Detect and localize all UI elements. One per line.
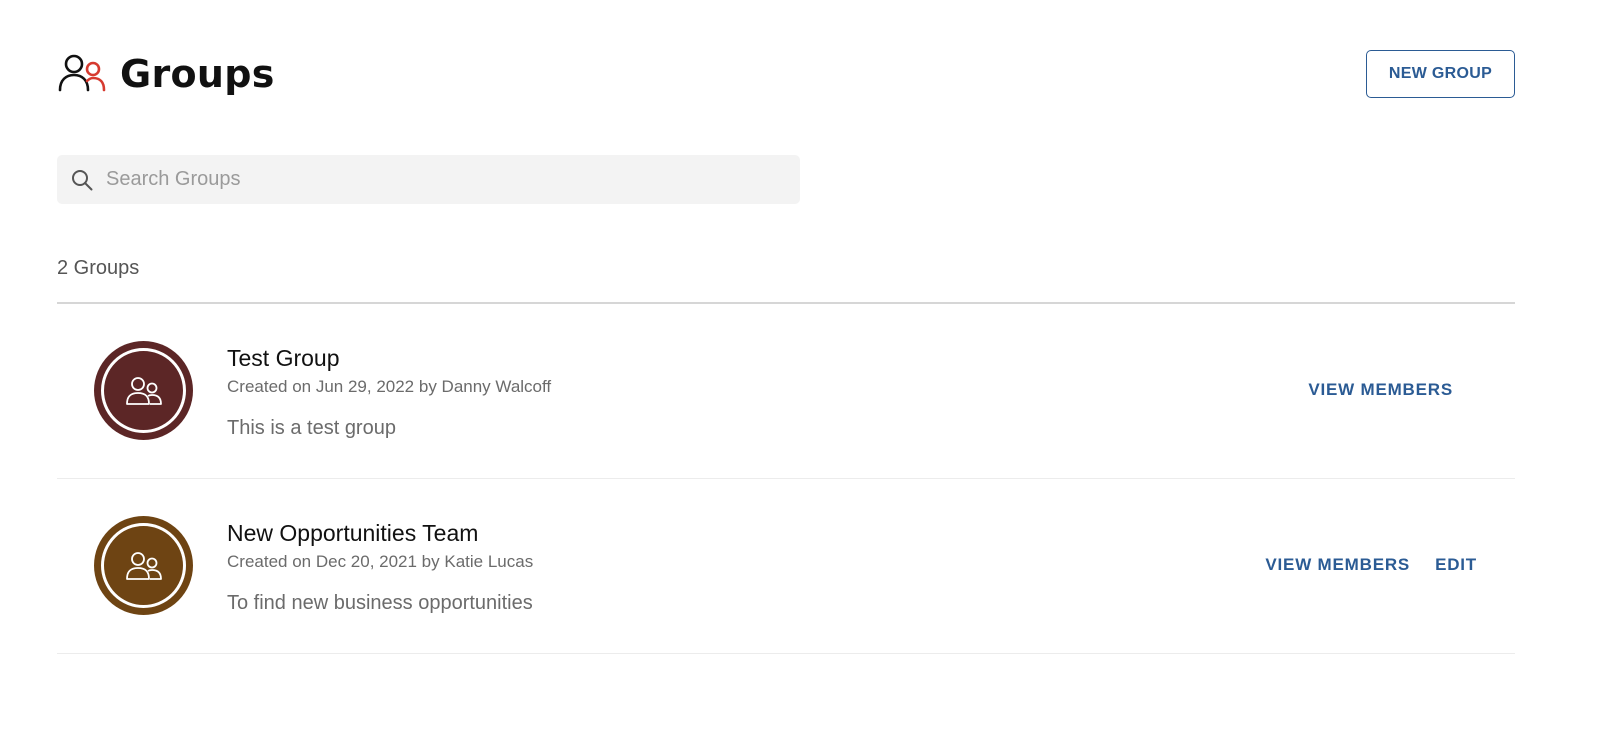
group-actions: VIEW MEMBERS EDIT [1265,553,1477,577]
group-count: 2 Groups [57,257,140,279]
new-group-button[interactable]: NEW GROUP [1366,50,1515,98]
people-icon [58,52,108,96]
group-meta: Created on Dec 20, 2021 by Katie Lucas [227,552,534,571]
group-avatar [94,341,193,440]
group-name[interactable]: Test Group [227,344,551,372]
edit-button[interactable]: EDIT [1435,553,1477,577]
view-members-button[interactable]: VIEW MEMBERS [1308,378,1453,402]
search-icon [71,169,93,191]
group-info: New Opportunities Team Created on Dec 20… [227,519,533,615]
people-icon [125,375,163,407]
group-info: Test Group Created on Jun 29, 2022 by Da… [227,344,551,440]
search-bar[interactable] [57,155,800,204]
group-description: This is a test group [227,417,396,439]
search-input[interactable] [104,158,788,201]
page-header: Groups [58,52,275,96]
page-title: Groups [120,52,275,96]
group-row: New Opportunities Team Created on Dec 20… [57,479,1515,654]
group-row: Test Group Created on Jun 29, 2022 by Da… [57,304,1515,479]
group-avatar [94,516,193,615]
avatar-ring [101,523,186,608]
group-description: To find new business opportunities [227,592,533,614]
groups-page: Groups NEW GROUP 2 Groups [0,0,1600,738]
group-name[interactable]: New Opportunities Team [227,519,533,547]
people-icon [125,550,163,582]
avatar-ring [101,348,186,433]
view-members-button[interactable]: VIEW MEMBERS [1265,553,1410,577]
group-meta: Created on Jun 29, 2022 by Danny Walcoff [227,377,552,396]
group-actions: VIEW MEMBERS [1308,378,1453,402]
